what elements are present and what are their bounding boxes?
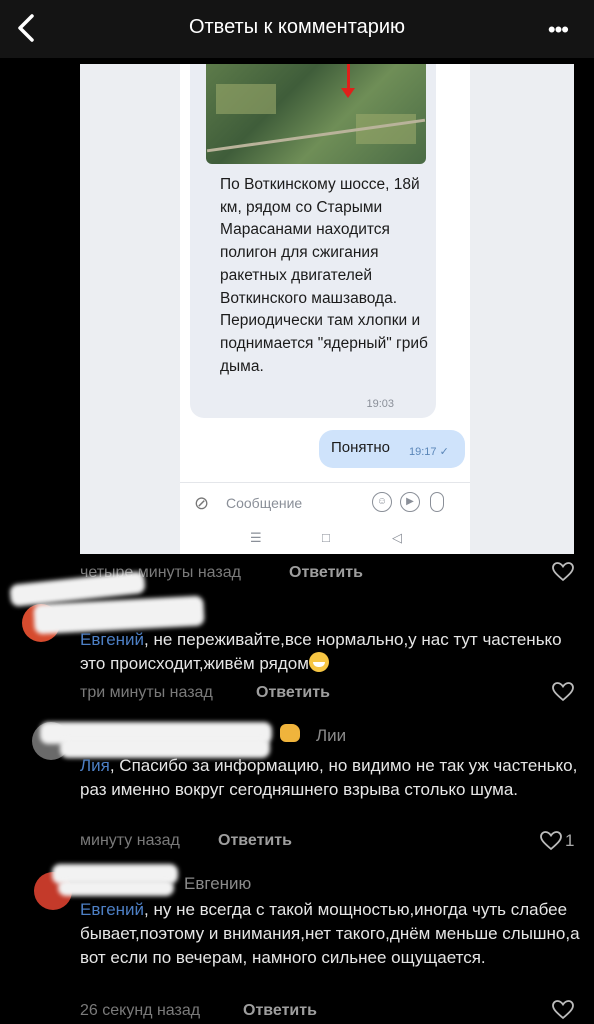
map-image — [206, 64, 426, 164]
map-field — [216, 84, 276, 114]
heart-icon[interactable] — [552, 562, 574, 582]
microphone-icon — [430, 492, 444, 512]
emoji-icon: ☺ — [372, 492, 392, 512]
outgoing-text: Понятно — [331, 439, 391, 456]
mention-link[interactable]: Евгений — [80, 630, 144, 649]
heart-icon[interactable] — [552, 1000, 574, 1020]
compose-bar: ⊘ Сообщение ☺ ▶ — [180, 482, 470, 524]
video-icon: ▶ — [400, 492, 420, 512]
reply-addressee: Евгению — [184, 874, 252, 893]
reply-button[interactable]: Ответить — [218, 832, 292, 850]
like-count: 1 — [565, 831, 575, 850]
comment-time: 26 секунд назад — [80, 1002, 201, 1019]
incoming-message-bubble: По Воткинскому шоссе, 18й км, рядом со С… — [190, 64, 436, 418]
nav-menu-icon: ☰ — [250, 530, 262, 545]
attached-image[interactable]: По Воткинскому шоссе, 18й км, рядом со С… — [80, 64, 574, 554]
image-margin-right — [470, 64, 574, 554]
comment-time: минуту назад — [80, 832, 180, 849]
page-title: Ответы к комментарию — [188, 16, 406, 38]
outgoing-message-bubble: Понятно 19:17 ✓ — [319, 430, 465, 468]
map-pin-arrow-icon — [341, 88, 355, 98]
message-text: По Воткинскому шоссе, 18й км, рядом со С… — [220, 176, 428, 375]
heart-icon[interactable] — [552, 682, 574, 702]
paperclip-icon: ⊘ — [194, 493, 210, 513]
reply-button[interactable]: Ответить — [243, 1002, 317, 1020]
top-bar: Ответы к комментарию ••• — [0, 0, 594, 58]
message-time: 19:03 — [366, 398, 394, 410]
mention-link[interactable]: Евгений — [80, 900, 144, 919]
comment-text: Евгений, ну не всегда с такой мощностью,… — [80, 900, 580, 967]
outgoing-time: 19:17 ✓ — [409, 446, 449, 458]
comment-text: Евгений, не переживайте,все нормально,у … — [80, 630, 562, 673]
heart-icon[interactable] — [540, 831, 562, 851]
mention-link[interactable]: Лия — [80, 756, 110, 775]
compose-placeholder: Сообщение — [226, 495, 303, 511]
redacted-name — [58, 880, 174, 896]
image-margin-left — [80, 64, 180, 554]
comment-time: три минуты назад — [80, 684, 213, 701]
reply-button[interactable]: Ответить — [289, 564, 363, 582]
reply-addressee: Лии — [316, 726, 347, 745]
fist-emoji-icon — [280, 724, 300, 742]
nav-home-icon: □ — [322, 530, 330, 545]
more-options-icon[interactable]: ••• — [548, 17, 569, 43]
grinning-emoji-icon — [308, 652, 329, 672]
android-nav-bar: ☰ □ ◁ — [180, 526, 470, 554]
comment-text: Лия, Спасибо за информацию, но видимо не… — [80, 756, 578, 799]
nav-back-icon: ◁ — [392, 530, 402, 545]
reply-button[interactable]: Ответить — [256, 684, 330, 702]
chat-screenshot: По Воткинскому шоссе, 18й км, рядом со С… — [180, 64, 470, 554]
